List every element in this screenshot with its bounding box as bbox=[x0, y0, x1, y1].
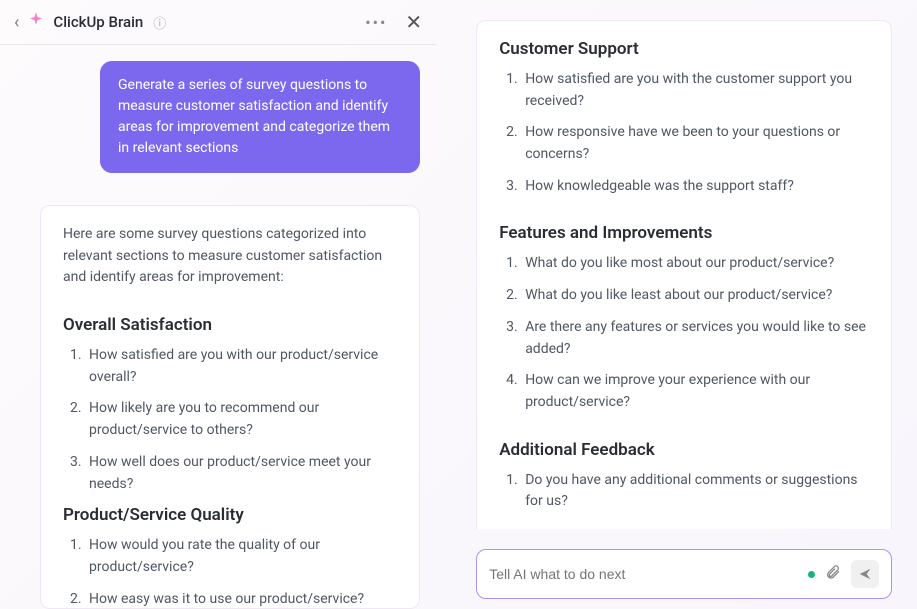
question-item: How satisfied are you with our product/s… bbox=[85, 345, 397, 388]
question-item: How can we improve your experience with … bbox=[521, 370, 869, 413]
question-item: How responsive have we been to your ques… bbox=[521, 122, 869, 165]
ai-star-icon bbox=[27, 11, 45, 33]
section-title: Product/Service Quality bbox=[63, 505, 397, 525]
ai-input-bar[interactable] bbox=[476, 549, 892, 599]
question-item: How satisfied are you with the customer … bbox=[521, 69, 869, 112]
header: ‹ ClickUp Brain ⓘ ••• ✕ bbox=[0, 0, 436, 45]
section-title: Features and Improvements bbox=[499, 223, 869, 243]
more-icon[interactable]: ••• bbox=[365, 13, 387, 32]
user-prompt-bubble: Generate a series of survey questions to… bbox=[100, 61, 420, 173]
response-card-right: Customer Support How satisfied are you wi… bbox=[476, 20, 892, 529]
question-item: How knowledgeable was the support staff? bbox=[521, 176, 869, 198]
question-list: How satisfied are you with the customer … bbox=[499, 69, 869, 197]
page-title: ClickUp Brain bbox=[53, 13, 143, 31]
question-item: How easy was it to use our product/servi… bbox=[85, 589, 397, 609]
question-item: What do you like most about our product/… bbox=[521, 253, 869, 275]
ai-input[interactable] bbox=[489, 566, 798, 582]
close-icon[interactable]: ✕ bbox=[405, 10, 422, 34]
question-list: What do you like most about our product/… bbox=[499, 253, 869, 413]
question-item: Do you have any additional comments or s… bbox=[521, 470, 869, 513]
send-button[interactable] bbox=[851, 560, 879, 588]
section-title: Additional Feedback bbox=[499, 440, 869, 460]
section-title: Customer Support bbox=[499, 39, 869, 59]
question-item: How likely are you to recommend our prod… bbox=[85, 398, 397, 441]
question-item: How would you rate the quality of our pr… bbox=[85, 535, 397, 578]
info-icon[interactable]: ⓘ bbox=[153, 13, 166, 32]
question-item: What do you like least about our product… bbox=[521, 285, 869, 307]
response-intro: Here are some survey questions categoriz… bbox=[63, 224, 397, 289]
question-list: How would you rate the quality of our pr… bbox=[63, 535, 397, 609]
attach-icon[interactable] bbox=[825, 564, 841, 584]
question-item: How well does our product/service meet y… bbox=[85, 452, 397, 495]
section-title: Overall Satisfaction bbox=[63, 315, 397, 335]
back-chevron-icon[interactable]: ‹ bbox=[14, 12, 19, 33]
question-item: Are there any features or services you w… bbox=[521, 317, 869, 360]
question-list: How satisfied are you with our product/s… bbox=[63, 345, 397, 495]
status-dot-icon bbox=[808, 571, 815, 578]
response-card-left: Here are some survey questions categoriz… bbox=[40, 205, 420, 609]
question-list: Do you have any additional comments or s… bbox=[499, 470, 869, 513]
